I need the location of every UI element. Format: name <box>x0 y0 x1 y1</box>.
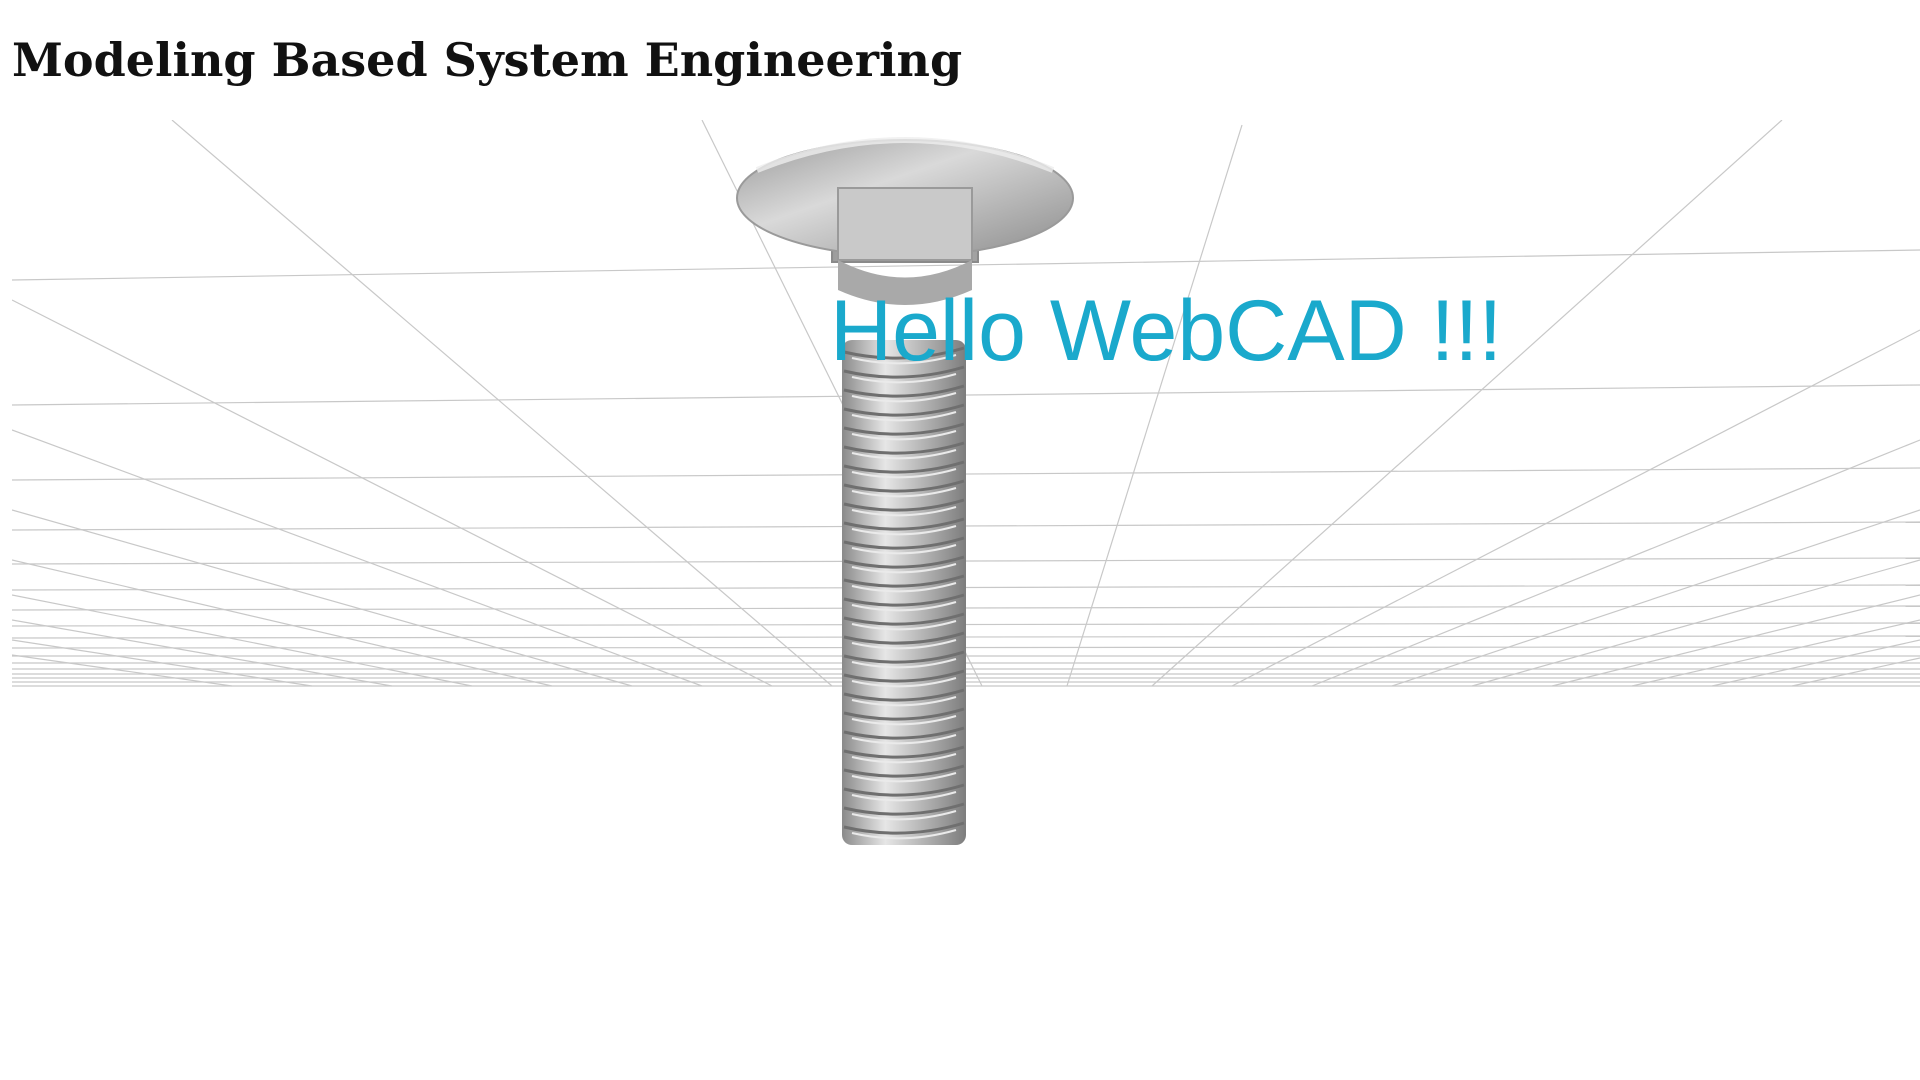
bolt-neck-face <box>837 187 973 261</box>
cad-viewport-canvas[interactable]: Hello WebCAD !!! <box>12 120 1920 920</box>
cad-scene[interactable]: Hello WebCAD !!! <box>12 120 1920 920</box>
carriage-bolt-model[interactable] <box>736 137 1074 845</box>
page-title: Modeling Based System Engineering <box>12 33 963 87</box>
webcad-overlay-text: Hello WebCAD !!! <box>830 283 1502 379</box>
